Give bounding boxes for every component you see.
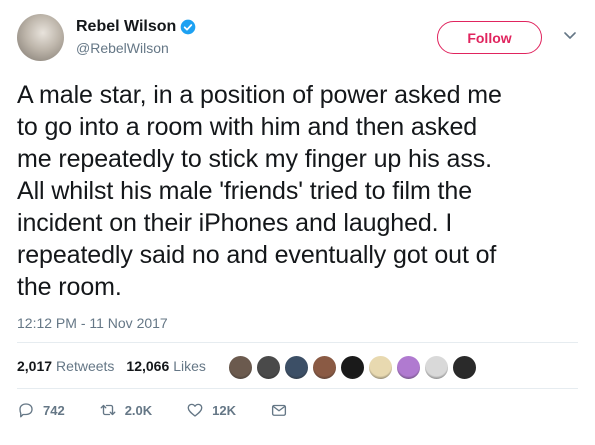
- liker-avatar[interactable]: [424, 355, 449, 380]
- tweet-text-line: A male star, in a position of power aske…: [17, 81, 502, 109]
- like-button[interactable]: 12K: [186, 401, 236, 419]
- reply-count: 742: [43, 402, 65, 418]
- liker-avatar[interactable]: [312, 355, 337, 380]
- author-name[interactable]: Rebel Wilson: [76, 18, 176, 36]
- liker-avatar[interactable]: [396, 355, 421, 380]
- tweet-actions: 742 2.0K 12K: [17, 401, 322, 419]
- liker-avatar[interactable]: [368, 355, 393, 380]
- reply-icon: [19, 403, 33, 418]
- retweet-button[interactable]: 2.0K: [99, 401, 152, 419]
- follow-button[interactable]: Follow: [437, 21, 542, 54]
- liker-avatar[interactable]: [340, 355, 365, 380]
- tweet-text-line: incident on their iPhones and laughed. I: [17, 209, 453, 237]
- divider: [17, 388, 578, 389]
- tweet-text-line: All whilst his male 'friends' tried to f…: [17, 177, 473, 205]
- like-count: 12K: [212, 402, 237, 418]
- tweet-text-line: repeatedly said no and eventually got ou…: [17, 241, 497, 269]
- retweets-label: Retweets: [56, 358, 115, 374]
- author-handle[interactable]: @RebelWilson: [76, 40, 169, 56]
- retweet-count: 2.0K: [124, 402, 153, 418]
- likes-label: Likes: [173, 358, 206, 374]
- liker-avatar[interactable]: [228, 355, 253, 380]
- liker-avatar[interactable]: [256, 355, 281, 380]
- liker-avatar[interactable]: [284, 355, 309, 380]
- heart-icon: [187, 403, 203, 417]
- direct-message-button[interactable]: [270, 401, 288, 419]
- retweets-stat[interactable]: 2,017 Retweets: [17, 358, 114, 374]
- divider: [17, 342, 578, 343]
- envelope-icon: [271, 404, 287, 416]
- likes-stat[interactable]: 12,066 Likes: [126, 358, 206, 374]
- liker-avatars: [228, 355, 477, 380]
- tweet-text-line: me repeatedly to stick my finger up his …: [17, 145, 492, 173]
- chevron-down-icon[interactable]: [564, 32, 576, 40]
- tweet-timestamp[interactable]: 12:12 PM - 11 Nov 2017: [17, 315, 168, 331]
- retweet-icon: [100, 404, 116, 416]
- verified-badge-icon: [180, 19, 196, 35]
- retweets-count: 2,017: [17, 358, 53, 374]
- liker-avatar[interactable]: [452, 355, 477, 380]
- tweet-card: Rebel Wilson @RebelWilson Follow A male …: [0, 0, 595, 445]
- reply-button[interactable]: 742: [17, 401, 65, 419]
- likes-count: 12,066: [126, 358, 170, 374]
- author-avatar[interactable]: [17, 14, 64, 61]
- tweet-text: A male star, in a position of power aske…: [17, 79, 577, 303]
- tweet-text-line: the room.: [17, 273, 122, 301]
- author-name-row[interactable]: Rebel Wilson: [76, 18, 196, 36]
- tweet-text-line: to go into a room with him and then aske…: [17, 113, 478, 141]
- tweet-stats: 2,017 Retweets 12,066 Likes: [17, 358, 218, 374]
